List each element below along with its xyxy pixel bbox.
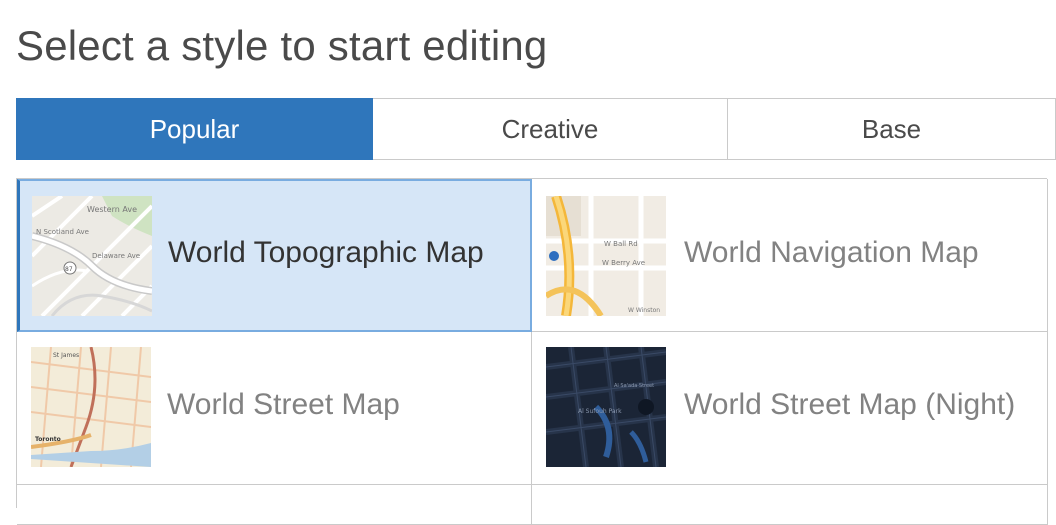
svg-text:Al Sa'ada Street: Al Sa'ada Street [614,383,654,389]
style-card-world-navigation[interactable]: W Ball Rd W Berry Ave W Winston World Na… [532,179,1048,332]
navigation-map-thumbnail: W Ball Rd W Berry Ave W Winston [546,196,666,316]
svg-text:N Scotland Ave: N Scotland Ave [36,228,89,236]
tab-base[interactable]: Base [728,98,1056,160]
svg-text:W Winston: W Winston [628,307,660,314]
style-card-world-street-night[interactable]: Al Sufouh Park Al Sa'ada Street World St… [532,332,1048,485]
tab-creative[interactable]: Creative [373,98,728,160]
style-name: World Topographic Map [168,236,484,269]
topographic-map-thumbnail: Western Ave N Scotland Ave Delaware Ave … [32,196,152,316]
style-card-row3-right[interactable] [532,485,1048,525]
style-card-world-topographic[interactable]: Western Ave N Scotland Ave Delaware Ave … [17,179,532,332]
svg-text:Toronto: Toronto [35,436,61,443]
style-category-tabs: Popular Creative Base [16,98,1056,160]
svg-text:87: 87 [65,266,73,273]
style-card-world-street[interactable]: St James Toronto World Street Map [17,332,532,485]
style-card-row3-left[interactable] [17,485,532,525]
svg-text:Al Sufouh Park: Al Sufouh Park [578,408,622,415]
style-grid: Western Ave N Scotland Ave Delaware Ave … [16,178,1048,525]
style-name: World Street Map (Night) [684,388,1016,421]
style-name: World Street Map [167,388,400,421]
svg-text:W Berry Ave: W Berry Ave [602,259,645,267]
tab-popular[interactable]: Popular [16,98,373,160]
svg-text:St James: St James [53,352,79,359]
street-map-thumbnail: St James Toronto [31,347,151,467]
svg-text:Delaware Ave: Delaware Ave [92,252,140,260]
svg-text:Western Ave: Western Ave [87,205,137,214]
street-map-night-thumbnail: Al Sufouh Park Al Sa'ada Street [546,347,666,467]
svg-text:W Ball Rd: W Ball Rd [604,240,638,248]
style-name: World Navigation Map [684,236,979,269]
page-title: Select a style to start editing [16,22,548,69]
